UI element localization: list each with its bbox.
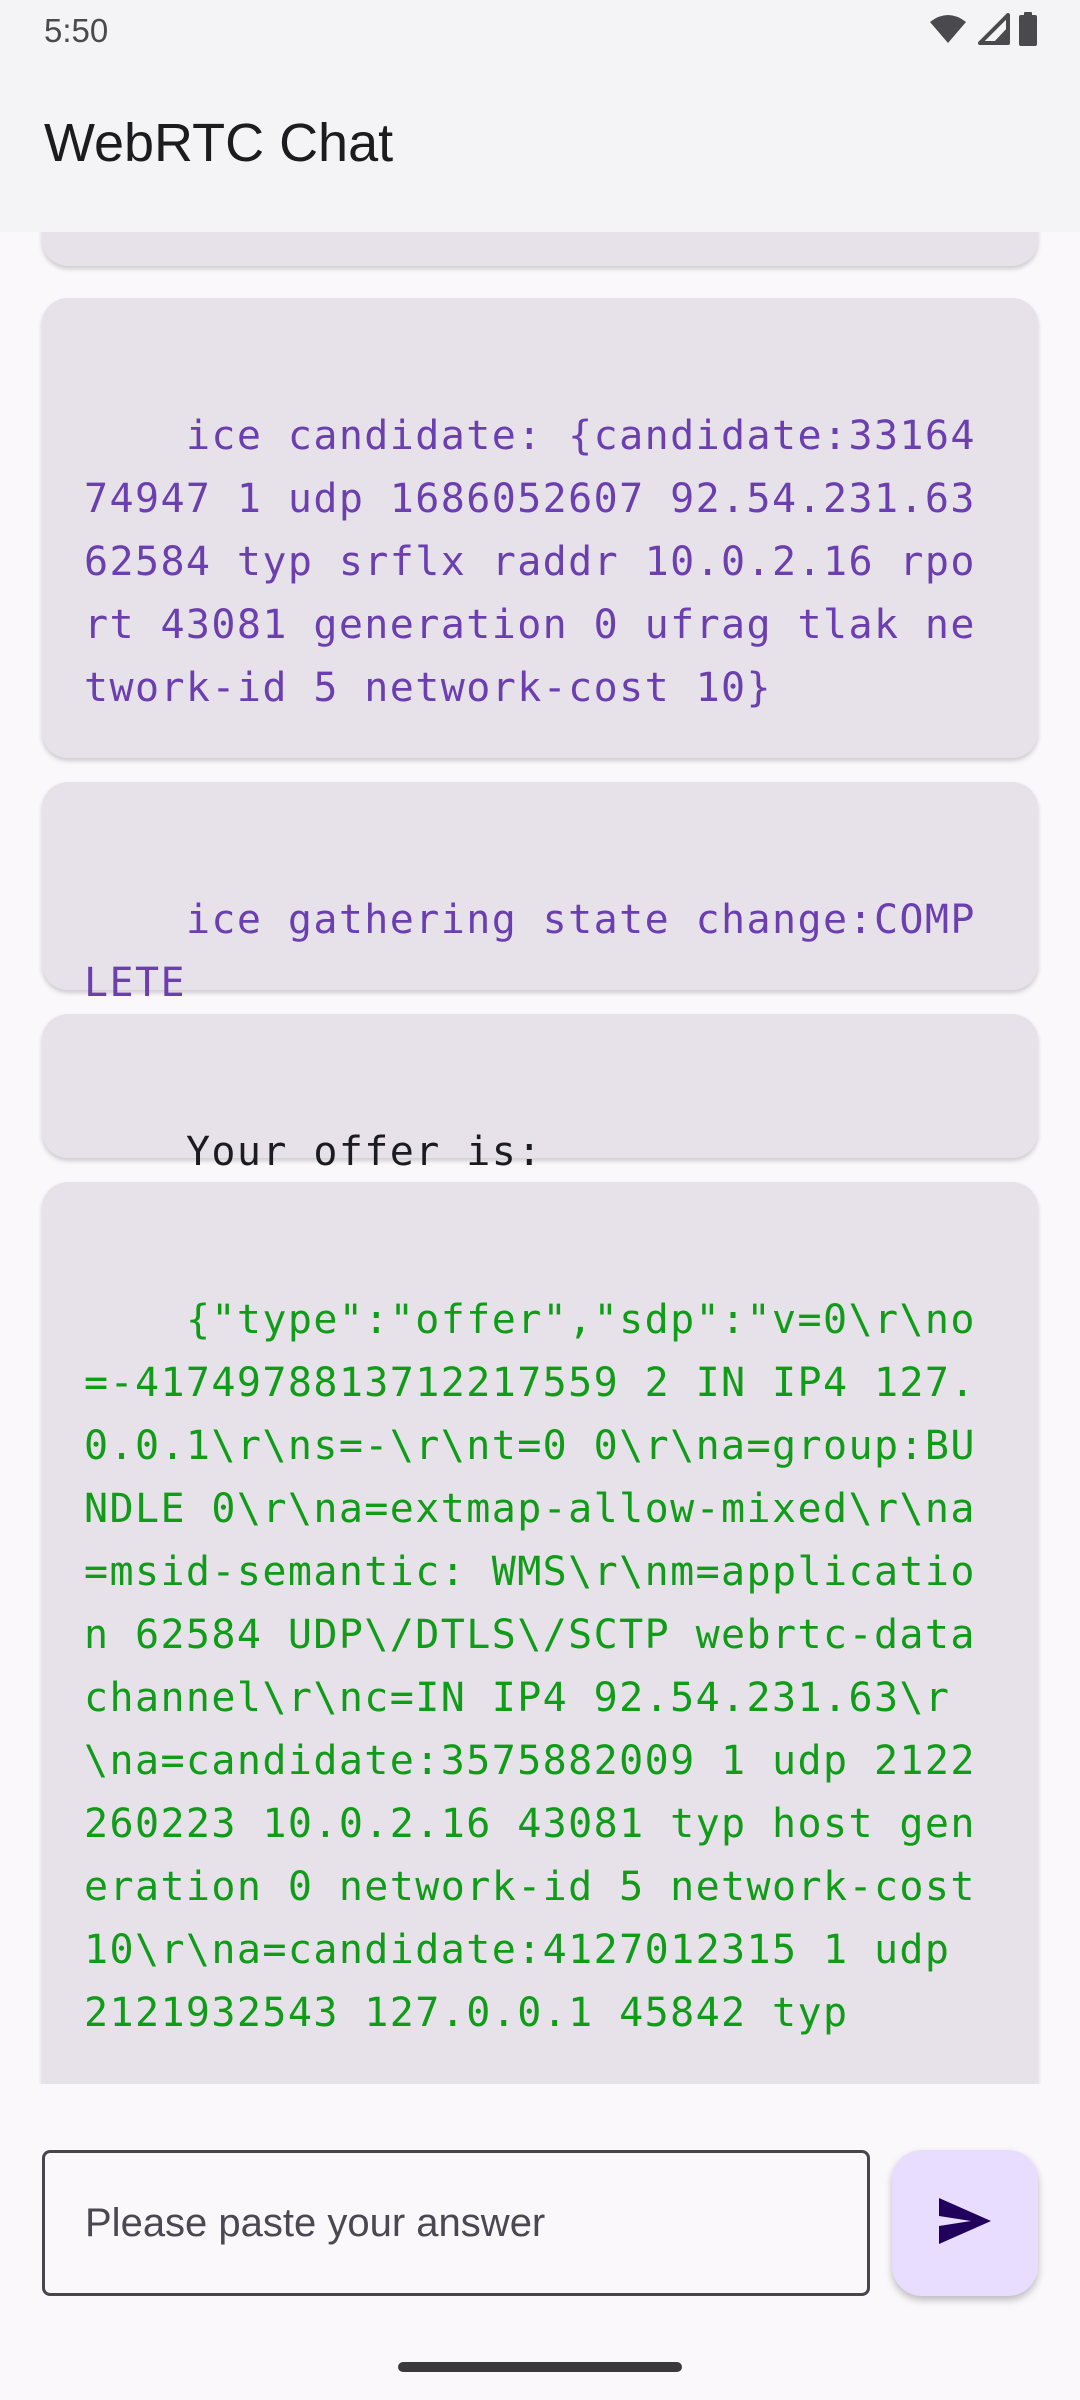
message-text: {"type":"offer","sdp":"v=0\r\no=-4174978… [84, 1297, 1002, 2036]
status-icons [928, 11, 1038, 51]
wifi-icon [928, 13, 968, 50]
cell-signal-icon [976, 12, 1010, 50]
message-bubble-offer-json: {"type":"offer","sdp":"v=0\r\no=-4174978… [42, 1182, 1038, 2084]
composer [0, 2084, 1080, 2400]
send-button[interactable] [892, 2150, 1038, 2296]
app-bar: WebRTC Chat [0, 64, 1080, 232]
message-bubble-offer-label: Your offer is: [42, 1014, 1038, 1175]
message-text: ice gathering state change:COMPLETE [84, 897, 976, 1006]
answer-input[interactable] [42, 2150, 870, 2296]
status-bar: 5:50 [0, 0, 1080, 64]
message-bubble-ice-candidate: ice candidate: {candidate:3316474947 1 u… [42, 298, 1038, 758]
send-icon [937, 2196, 993, 2251]
battery-icon [1018, 11, 1038, 51]
message-bubble-partial [42, 232, 1038, 266]
status-time: 5:50 [44, 12, 109, 49]
app-title: WebRTC Chat [44, 113, 394, 173]
message-bubble-ice-gathering: ice gathering state change:COMPLETE [42, 782, 1038, 1006]
message-text: ice candidate: {candidate:3316474947 1 u… [84, 413, 1002, 711]
message-list[interactable]: ice candidate: {candidate:3316474947 1 u… [0, 232, 1080, 2084]
message-text: Your offer is: [185, 1129, 543, 1175]
home-indicator[interactable] [398, 2362, 682, 2372]
